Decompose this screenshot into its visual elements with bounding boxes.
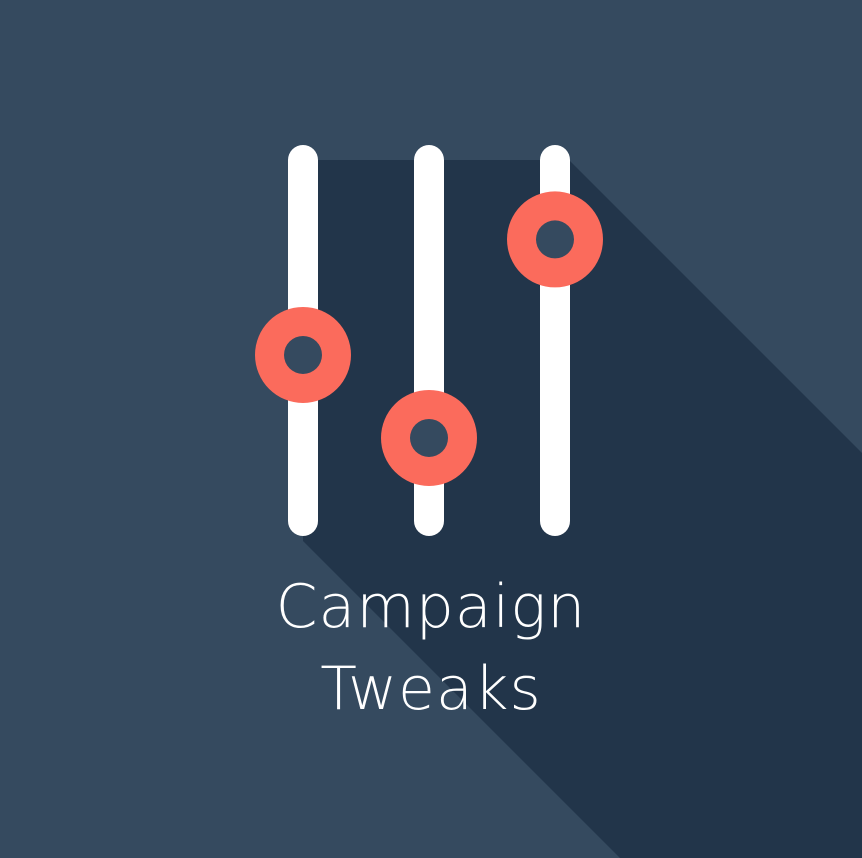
caption-line-2: Tweaks <box>320 654 542 724</box>
caption-line-1: Campaign <box>275 572 587 642</box>
slider-knob-hole-3 <box>536 220 574 259</box>
app-tile: Campaign Tweaks <box>0 0 862 858</box>
slider-knob-hole-2 <box>410 418 448 457</box>
slider-knob-hole-1 <box>284 335 322 374</box>
icon-caption: Campaign Tweaks <box>0 566 862 730</box>
